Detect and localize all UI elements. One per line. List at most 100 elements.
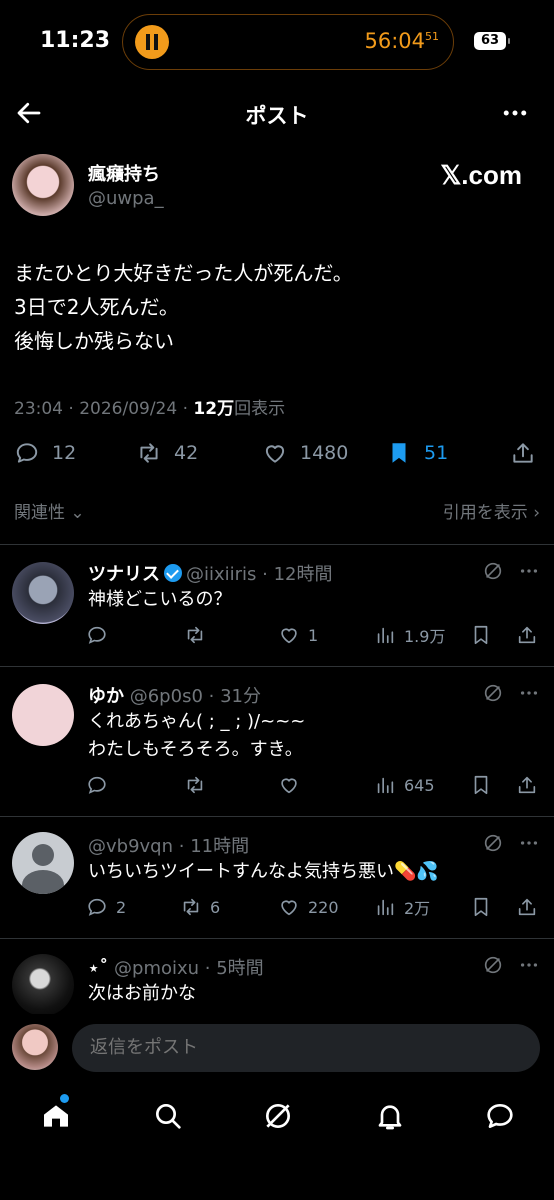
timer-readout: 56:0451 — [364, 29, 439, 53]
views-icon — [377, 899, 394, 916]
clock: 11:23 — [40, 28, 111, 53]
views-button[interactable]: 1.9万 — [374, 622, 445, 648]
post-line: またひとり大好きだった人が死んだ。 — [14, 261, 353, 285]
avatar[interactable] — [12, 954, 74, 1014]
grok-icon[interactable] — [482, 682, 504, 704]
grok-icon[interactable] — [482, 832, 504, 854]
reply-item[interactable]: ⋆˚ @pmoixu · 5時間 次はお前かな — [0, 938, 554, 1014]
avatar — [12, 1024, 58, 1070]
grok-icon[interactable] — [482, 560, 504, 582]
more-icon[interactable] — [518, 832, 540, 854]
reply-text: いちいちツイートすんなよ気持ち悪い💊💦 — [88, 861, 439, 882]
timer-live-activity[interactable]: 56:0451 — [122, 14, 454, 70]
reply-item[interactable]: ゆか @6p0s0 · 31分 くれあちゃん( ; _ ; )/~~~ わたしもそ… — [0, 666, 554, 816]
reply-actions: 645 — [86, 772, 546, 798]
bookmark-icon — [474, 775, 488, 795]
default-avatar-icon[interactable] — [12, 832, 74, 894]
repost-icon — [187, 626, 203, 644]
avatar[interactable] — [12, 154, 74, 216]
author-handle[interactable]: @uwpa_ — [88, 188, 164, 209]
views-icon — [377, 777, 394, 794]
share-icon — [518, 898, 536, 916]
repost-button[interactable]: 6 — [180, 894, 220, 920]
chevron-down-icon: ⌄ — [70, 503, 85, 523]
views-button[interactable]: 2万 — [374, 894, 430, 920]
like-button[interactable]: 1 — [278, 622, 318, 648]
bookmark-icon — [474, 897, 488, 917]
x-com-logo: 𝕏.com — [440, 160, 522, 190]
like-icon — [281, 900, 297, 916]
views-button[interactable]: 645 — [374, 772, 435, 798]
repost-button[interactable] — [184, 622, 214, 648]
reply-button[interactable] — [86, 622, 116, 648]
reply-button[interactable]: 2 — [86, 894, 126, 920]
avatar[interactable] — [12, 684, 74, 746]
like-button[interactable] — [278, 772, 308, 798]
share-icon — [518, 776, 536, 794]
show-quotes-link[interactable]: 引用を表示 › — [443, 498, 540, 523]
sort-dropdown[interactable]: 関連性 ⌄ — [14, 498, 85, 523]
reply-icon — [88, 776, 106, 794]
share-button[interactable] — [510, 436, 548, 470]
reply-icon — [16, 443, 38, 463]
author-name[interactable]: 瘋癪持ち — [88, 160, 160, 186]
reply-input[interactable] — [72, 1024, 540, 1072]
tab-bar — [0, 1086, 554, 1146]
repost-icon — [183, 898, 199, 916]
bookmark-button[interactable] — [470, 772, 500, 798]
more-icon[interactable] — [500, 98, 530, 128]
repost-button[interactable] — [184, 772, 214, 798]
home-icon[interactable] — [40, 1100, 72, 1132]
like-button[interactable]: 1480 — [262, 436, 348, 470]
like-icon — [281, 778, 297, 794]
notifications-icon[interactable] — [374, 1100, 406, 1132]
reply-actions: 1 1.9万 — [86, 622, 546, 648]
post-actions: 12 42 1480 51 — [0, 436, 554, 470]
reply-item[interactable]: @vb9vqn · 11時間 いちいちツイートすんなよ気持ち悪い💊💦 2 6 2… — [0, 816, 554, 938]
repost-icon — [187, 776, 203, 794]
share-button[interactable] — [516, 894, 546, 920]
bookmark-button[interactable] — [470, 622, 500, 648]
share-button[interactable] — [516, 622, 546, 648]
more-icon[interactable] — [518, 954, 540, 976]
reply-button[interactable]: 12 — [14, 436, 76, 470]
sort-row: 関連性 ⌄ 引用を表示 › — [0, 496, 554, 526]
post-line: 3日で2人死んだ。 — [14, 295, 179, 319]
like-icon — [265, 445, 285, 463]
reply-actions: 2 6 220 2万 — [86, 894, 546, 920]
post-author: 瘋癪持ち @uwpa_ 𝕏.com — [12, 154, 542, 220]
more-icon[interactable] — [518, 560, 540, 582]
avatar[interactable] — [12, 562, 74, 624]
page-title: ポスト — [245, 104, 309, 128]
verified-badge-icon — [164, 564, 182, 582]
reply-header: ツナリス @iixiiris · 12時間 — [88, 564, 333, 585]
view-count: 12万 — [193, 399, 235, 419]
share-button[interactable] — [516, 772, 546, 798]
reply-icon — [88, 898, 106, 916]
reply-icon — [88, 626, 106, 644]
like-button[interactable]: 220 — [278, 894, 339, 920]
reply-button[interactable] — [86, 772, 116, 798]
repost-button[interactable]: 42 — [136, 436, 198, 470]
reply-header: ⋆˚ @pmoixu · 5時間 — [88, 958, 264, 979]
reply-composer — [0, 1014, 554, 1084]
post-line: 後悔しか残らない — [14, 329, 174, 353]
grok-icon[interactable] — [482, 954, 504, 976]
reply-text: 次はお前かな — [88, 983, 196, 1004]
bookmark-button[interactable]: 51 — [386, 436, 448, 470]
views-icon — [377, 627, 394, 644]
grok-icon[interactable] — [262, 1100, 294, 1132]
bookmark-icon — [392, 443, 406, 463]
battery-icon: 63 — [474, 32, 510, 50]
more-icon[interactable] — [518, 682, 540, 704]
chevron-right-icon: › — [533, 503, 540, 523]
reply-item[interactable]: ツナリス @iixiiris · 12時間 神様どこいるの？ 1 1.9万 — [0, 544, 554, 666]
top-nav: ポスト — [0, 88, 554, 140]
bookmark-icon — [474, 625, 488, 645]
messages-icon[interactable] — [484, 1100, 516, 1132]
post-meta: 23:04 · 2026/09/24 · 12万回表示 — [14, 399, 286, 419]
reply-text: くれあちゃん( ; _ ; )/~~~ わたしもそろそろ。すき。 — [88, 711, 306, 760]
bookmark-button[interactable] — [470, 894, 500, 920]
search-icon[interactable] — [152, 1100, 184, 1132]
repost-icon — [140, 443, 158, 463]
